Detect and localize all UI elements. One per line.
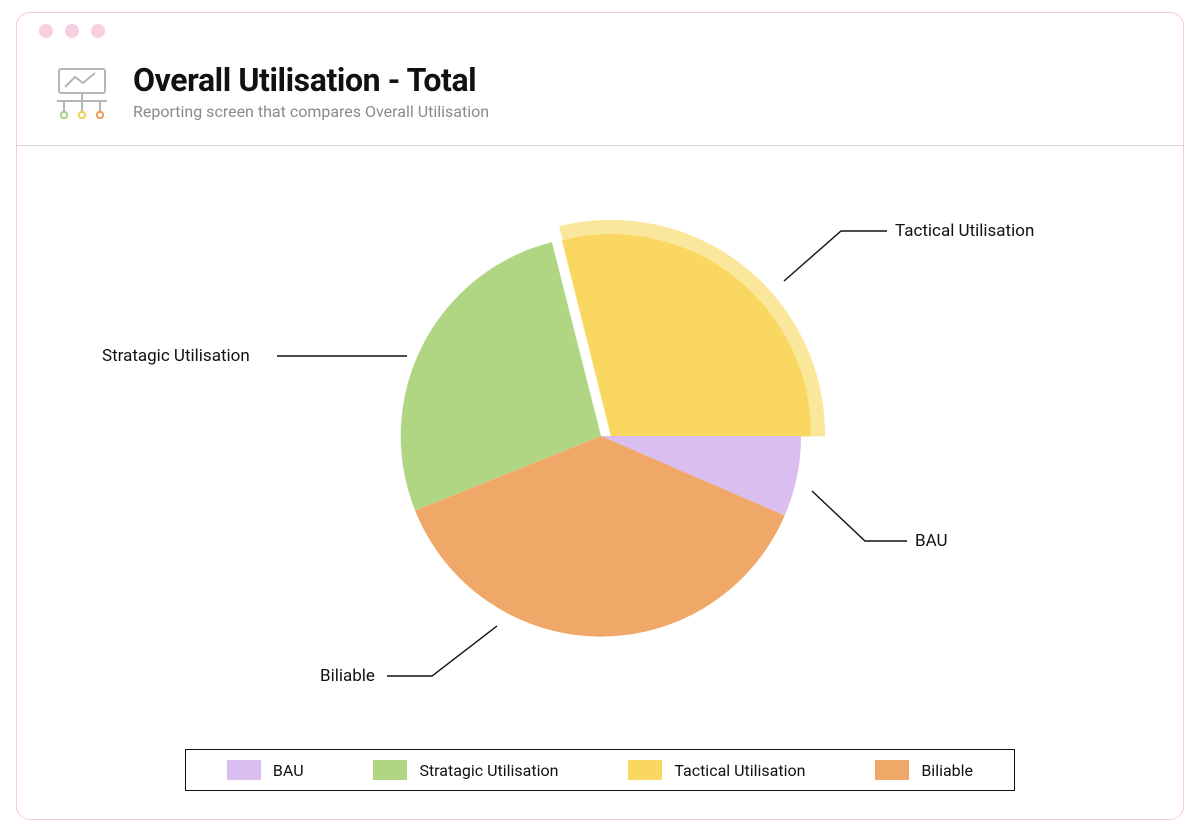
page-subtitle: Reporting screen that compares Overall U… (133, 102, 489, 121)
page-title: Overall Utilisation - Total (133, 63, 489, 98)
legend-swatch (875, 760, 909, 780)
presentation-chart-icon (49, 67, 115, 119)
legend-item-bau: BAU (227, 760, 304, 780)
window-dot-zoom-icon[interactable] (91, 24, 105, 38)
legend-swatch (227, 760, 261, 780)
legend-item-biliable: Biliable (875, 760, 973, 780)
pie-chart: Tactical Utilisation BAU Biliable Strata… (17, 146, 1183, 706)
legend-item-tactical: Tactical Utilisation (628, 760, 805, 780)
legend-item-stratagic: Stratagic Utilisation (373, 760, 558, 780)
legend-label: Stratagic Utilisation (419, 761, 558, 780)
app-window: Overall Utilisation - Total Reporting sc… (16, 12, 1184, 820)
legend-label: Tactical Utilisation (674, 761, 805, 780)
window-dot-close-icon[interactable] (39, 24, 53, 38)
titlebar (17, 13, 1183, 49)
callout-bau: BAU (915, 531, 948, 551)
page-header: Overall Utilisation - Total Reporting sc… (17, 49, 1183, 145)
legend-swatch (373, 760, 407, 780)
callout-biliable: Biliable (320, 666, 375, 686)
legend-swatch (628, 760, 662, 780)
callout-tactical: Tactical Utilisation (895, 221, 1034, 241)
legend-label: Biliable (921, 761, 973, 780)
callout-stratagic: Stratagic Utilisation (102, 346, 250, 366)
window-dot-minimize-icon[interactable] (65, 24, 79, 38)
header-text: Overall Utilisation - Total Reporting sc… (133, 63, 489, 121)
slice-tactical (562, 234, 811, 436)
legend-label: BAU (273, 761, 304, 780)
legend: BAU Stratagic Utilisation Tactical Utili… (185, 749, 1015, 791)
